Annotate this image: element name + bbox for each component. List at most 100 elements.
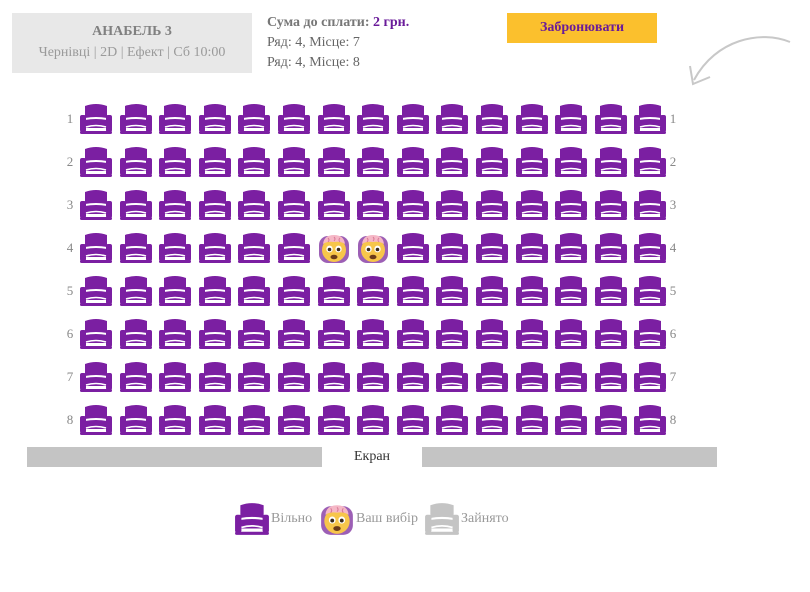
seat-free[interactable] xyxy=(79,146,113,178)
seat-free[interactable] xyxy=(356,146,390,178)
seat-free[interactable] xyxy=(277,232,311,264)
seat-free[interactable] xyxy=(356,361,390,393)
seat-free[interactable] xyxy=(594,189,628,221)
seat-free[interactable] xyxy=(633,146,667,178)
seat-free[interactable] xyxy=(554,189,588,221)
seat-free[interactable] xyxy=(435,189,469,221)
seat-free[interactable] xyxy=(633,361,667,393)
seat-free[interactable] xyxy=(515,189,549,221)
seat-free[interactable] xyxy=(198,361,232,393)
seat-free[interactable] xyxy=(198,189,232,221)
seat-selected[interactable] xyxy=(317,232,351,264)
seat-free[interactable] xyxy=(435,146,469,178)
seat-free[interactable] xyxy=(158,318,192,350)
seat-free[interactable] xyxy=(277,318,311,350)
seat-free[interactable] xyxy=(396,146,430,178)
seat-free[interactable] xyxy=(198,318,232,350)
seat-free[interactable] xyxy=(237,404,271,436)
seat-free[interactable] xyxy=(119,103,153,135)
seat-free[interactable] xyxy=(475,361,509,393)
seat-selected[interactable] xyxy=(356,232,390,264)
seat-free[interactable] xyxy=(554,146,588,178)
seat-free[interactable] xyxy=(396,275,430,307)
seat-free[interactable] xyxy=(554,404,588,436)
seat-free[interactable] xyxy=(317,189,351,221)
seat-free[interactable] xyxy=(396,404,430,436)
seat-free[interactable] xyxy=(237,318,271,350)
seat-free[interactable] xyxy=(554,232,588,264)
seat-free[interactable] xyxy=(79,361,113,393)
seat-free[interactable] xyxy=(119,361,153,393)
seat-free[interactable] xyxy=(515,232,549,264)
seat-free[interactable] xyxy=(277,404,311,436)
seat-free[interactable] xyxy=(633,189,667,221)
seat-free[interactable] xyxy=(594,232,628,264)
seat-free[interactable] xyxy=(396,318,430,350)
seat-free[interactable] xyxy=(198,103,232,135)
seat-free[interactable] xyxy=(277,361,311,393)
seat-free[interactable] xyxy=(158,361,192,393)
seat-free[interactable] xyxy=(515,275,549,307)
seat-free[interactable] xyxy=(633,103,667,135)
seat-free[interactable] xyxy=(475,275,509,307)
seat-free[interactable] xyxy=(475,404,509,436)
seat-free[interactable] xyxy=(554,318,588,350)
seat-free[interactable] xyxy=(119,232,153,264)
seat-free[interactable] xyxy=(435,318,469,350)
seat-free[interactable] xyxy=(317,318,351,350)
seat-free[interactable] xyxy=(277,275,311,307)
seat-free[interactable] xyxy=(594,275,628,307)
seat-free[interactable] xyxy=(79,189,113,221)
seat-free[interactable] xyxy=(119,404,153,436)
seat-free[interactable] xyxy=(594,361,628,393)
seat-free[interactable] xyxy=(237,232,271,264)
seat-free[interactable] xyxy=(119,275,153,307)
seat-free[interactable] xyxy=(435,232,469,264)
seat-free[interactable] xyxy=(237,275,271,307)
seat-free[interactable] xyxy=(158,146,192,178)
seat-free[interactable] xyxy=(317,361,351,393)
seat-free[interactable] xyxy=(633,404,667,436)
seat-free[interactable] xyxy=(79,275,113,307)
seat-free[interactable] xyxy=(594,404,628,436)
seat-free[interactable] xyxy=(475,103,509,135)
seat-free[interactable] xyxy=(198,404,232,436)
seat-free[interactable] xyxy=(435,404,469,436)
seat-free[interactable] xyxy=(475,189,509,221)
seat-free[interactable] xyxy=(356,189,390,221)
seat-free[interactable] xyxy=(554,275,588,307)
seat-free[interactable] xyxy=(515,318,549,350)
seat-free[interactable] xyxy=(119,318,153,350)
seat-free[interactable] xyxy=(158,189,192,221)
seat-free[interactable] xyxy=(317,275,351,307)
seat-free[interactable] xyxy=(158,275,192,307)
seat-free[interactable] xyxy=(198,232,232,264)
seat-free[interactable] xyxy=(594,146,628,178)
seat-free[interactable] xyxy=(356,275,390,307)
seat-free[interactable] xyxy=(277,189,311,221)
seat-free[interactable] xyxy=(79,103,113,135)
seat-free[interactable] xyxy=(119,146,153,178)
seat-free[interactable] xyxy=(79,232,113,264)
seat-free[interactable] xyxy=(158,103,192,135)
seat-free[interactable] xyxy=(396,232,430,264)
seat-free[interactable] xyxy=(317,146,351,178)
seat-free[interactable] xyxy=(237,146,271,178)
seat-free[interactable] xyxy=(317,404,351,436)
seat-free[interactable] xyxy=(594,318,628,350)
seat-free[interactable] xyxy=(475,232,509,264)
seat-free[interactable] xyxy=(79,404,113,436)
seat-free[interactable] xyxy=(633,318,667,350)
seat-free[interactable] xyxy=(396,103,430,135)
seat-free[interactable] xyxy=(515,404,549,436)
seat-free[interactable] xyxy=(237,361,271,393)
seat-free[interactable] xyxy=(435,361,469,393)
seat-free[interactable] xyxy=(356,318,390,350)
seat-free[interactable] xyxy=(554,361,588,393)
seat-free[interactable] xyxy=(475,318,509,350)
seat-free[interactable] xyxy=(158,232,192,264)
seat-free[interactable] xyxy=(158,404,192,436)
seat-free[interactable] xyxy=(237,103,271,135)
seat-free[interactable] xyxy=(515,361,549,393)
seat-free[interactable] xyxy=(554,103,588,135)
